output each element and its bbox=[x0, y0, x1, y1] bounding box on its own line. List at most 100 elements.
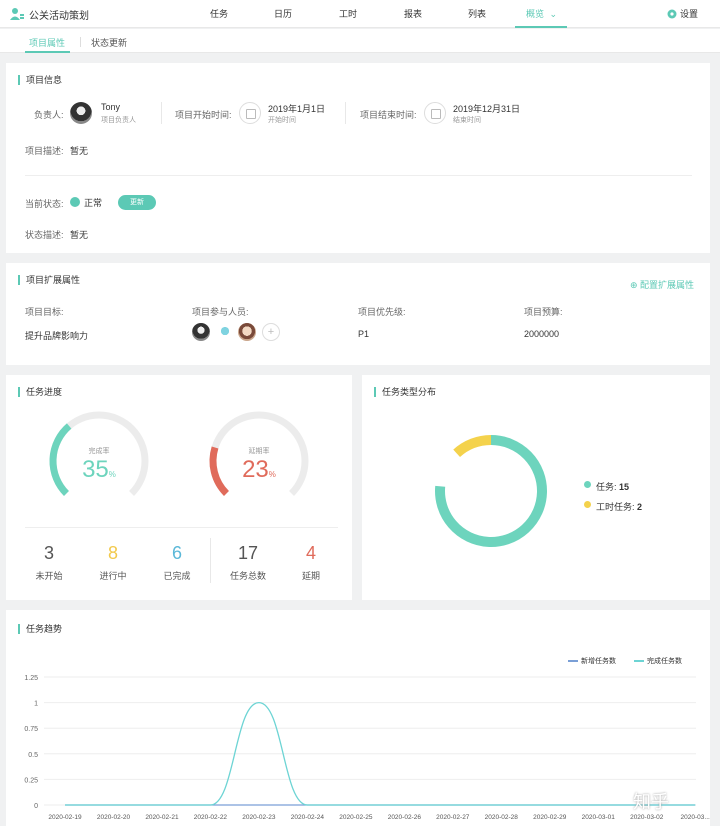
status-dot bbox=[70, 197, 80, 207]
y-tick-label: 1.25 bbox=[24, 675, 38, 682]
stat-total-count: 17 bbox=[237, 543, 259, 563]
settings-button[interactable]: 设置 bbox=[667, 7, 698, 20]
nav-list[interactable]: 列表 bbox=[468, 7, 486, 20]
tab-status-update[interactable]: 状态更新 bbox=[91, 36, 127, 49]
completion-rate: 35% bbox=[69, 456, 129, 484]
member-avatar[interactable] bbox=[192, 323, 210, 341]
stat-in-progress-count: 8 bbox=[107, 543, 118, 563]
update-status-button[interactable]: 更新 bbox=[118, 195, 156, 210]
nav-calendar[interactable]: 日历 bbox=[274, 7, 292, 20]
calendar-icon[interactable] bbox=[239, 102, 261, 124]
y-tick-label: 0 bbox=[34, 803, 38, 810]
top-bar: 公关活动策划 任务 日历 工时 报表 列表 概览 ⌄ 设置 bbox=[0, 0, 720, 28]
task-trend-panel: 任务趋势 新增任务数 完成任务数 0 0.25 0.5 0.75 1 1.25 2020-0… bbox=[6, 610, 710, 826]
divider bbox=[25, 175, 692, 176]
nav-reports[interactable]: 报表 bbox=[404, 7, 422, 20]
app-title: 公关活动策划 bbox=[29, 11, 89, 22]
donut-slice-worktime-tasks bbox=[453, 435, 492, 458]
owner-role: 项目负责人 bbox=[101, 117, 136, 124]
nav-tasks[interactable]: 任务 bbox=[210, 7, 228, 20]
x-tick-label: 2020-03... bbox=[681, 814, 710, 821]
percent-sign: % bbox=[108, 470, 116, 479]
divider bbox=[210, 538, 211, 583]
owner-avatar[interactable] bbox=[70, 102, 92, 124]
member-avatar[interactable] bbox=[216, 323, 234, 341]
nav-worktime[interactable]: 工时 bbox=[339, 7, 357, 20]
owner-label: 负责人: bbox=[34, 110, 64, 120]
configure-attributes-link[interactable]: ⊕ 配置扩展属性 bbox=[630, 278, 694, 291]
x-tick-label: 2020-02-19 bbox=[48, 814, 82, 821]
x-tick-label: 2020-02-28 bbox=[485, 814, 519, 821]
y-tick-label: 0.25 bbox=[24, 777, 38, 784]
x-tick-label: 2020-02-26 bbox=[388, 814, 422, 821]
completion-gauge-fill bbox=[49, 423, 72, 497]
tab-active-underline bbox=[25, 51, 70, 53]
task-progress-panel: 任务进度 完成率 35% 延期率 23% 3 未开始 8 进行中 6 已完成 1… bbox=[6, 375, 352, 600]
calendar-icon[interactable] bbox=[424, 102, 446, 124]
project-info-panel: 项目信息 负责人: Tony 项目负责人 项目开始时间: 2019年1月1日 开… bbox=[6, 63, 710, 253]
x-tick-label: 2020-02-29 bbox=[533, 814, 567, 821]
add-member-button[interactable]: + bbox=[262, 323, 280, 341]
delay-number: 23 bbox=[242, 456, 269, 483]
delay-gauge-fill bbox=[209, 446, 230, 497]
task-type-panel: 任务类型分布 任务: 15 工时任务: 2 bbox=[362, 375, 710, 600]
x-tick-label: 2020-03-02 bbox=[630, 814, 664, 821]
project-user-icon bbox=[10, 8, 24, 20]
legend-dot-worktime bbox=[584, 501, 591, 508]
stat-completed-label: 已完成 bbox=[163, 571, 191, 581]
stat-in-progress-label: 进行中 bbox=[99, 571, 127, 581]
delay-label: 延期率 bbox=[248, 448, 270, 455]
priority-value: P1 bbox=[358, 329, 370, 339]
member-avatar[interactable] bbox=[238, 323, 256, 341]
extended-attributes-panel: 项目扩展属性 ⊕ 配置扩展属性 项目目标: 提升品牌影响力 项目参与人员: + … bbox=[6, 263, 710, 365]
nav-overview[interactable]: 概览 ⌄ bbox=[526, 7, 557, 20]
divider bbox=[25, 527, 338, 528]
gear-icon bbox=[667, 9, 677, 19]
task-trend-chart: 0 0.25 0.5 0.75 1 1.25 2020-02-19 2020-02-20 202… bbox=[24, 675, 710, 821]
watermark: 知乎 bbox=[633, 792, 669, 812]
budget-label: 项目预算: bbox=[524, 307, 563, 317]
x-tick-label: 2020-02-22 bbox=[194, 814, 228, 821]
tab-project-properties[interactable]: 项目属性 bbox=[29, 36, 65, 49]
x-tick-label: 2020-02-23 bbox=[242, 814, 276, 821]
members-label: 项目参与人员: bbox=[192, 307, 249, 317]
goal-value: 提升品牌影响力 bbox=[25, 331, 89, 341]
stat-delayed-count: 4 bbox=[305, 543, 316, 563]
x-tick-label: 2020-02-21 bbox=[145, 814, 179, 821]
x-tick-label: 2020-02-25 bbox=[339, 814, 373, 821]
panel-title: 项目扩展属性 bbox=[18, 275, 80, 285]
legend-worktime-label: 工时任务: bbox=[596, 502, 635, 512]
tab-divider bbox=[80, 37, 81, 47]
x-tick-label: 2020-03-01 bbox=[582, 814, 616, 821]
legend-tasks: 任务: 15 bbox=[596, 480, 629, 493]
percent-sign: % bbox=[268, 470, 276, 479]
completion-label: 完成率 bbox=[88, 448, 110, 455]
nav-overview-label: 概览 bbox=[526, 9, 545, 19]
stat-total-label: 任务总数 bbox=[229, 571, 266, 581]
legend-worktime: 工时任务: 2 bbox=[596, 500, 642, 513]
priority-label: 项目优先级: bbox=[358, 307, 406, 317]
stat-completed-count: 6 bbox=[171, 543, 182, 563]
x-tick-label: 2020-02-27 bbox=[436, 814, 470, 821]
start-date-value[interactable]: 2019年1月1日 bbox=[268, 102, 325, 115]
progress-gauges bbox=[49, 411, 309, 497]
divider bbox=[161, 102, 162, 124]
chevron-down-icon: ⌄ bbox=[549, 9, 558, 19]
stat-delayed-label: 延期 bbox=[301, 571, 320, 581]
stat-not-started-count: 3 bbox=[43, 543, 54, 563]
start-date-note: 开始时间 bbox=[268, 117, 296, 124]
owner-name: Tony bbox=[101, 102, 121, 112]
end-date-label: 项目结束时间: bbox=[360, 110, 417, 120]
divider bbox=[345, 102, 346, 124]
end-date-value[interactable]: 2019年12月31日 bbox=[453, 102, 520, 115]
panel-title: 项目信息 bbox=[18, 75, 62, 85]
completion-number: 35 bbox=[82, 456, 109, 483]
legend-tasks-label: 任务: bbox=[596, 482, 617, 492]
donut-slice-tasks bbox=[435, 435, 547, 547]
sub-tabs: 项目属性 状态更新 bbox=[0, 29, 720, 53]
end-date-note: 结束时间 bbox=[453, 117, 481, 124]
y-tick-label: 0.75 bbox=[24, 726, 38, 733]
status-value: 正常 bbox=[84, 198, 103, 208]
stat-not-started-label: 未开始 bbox=[35, 571, 63, 581]
status-description-value: 暂无 bbox=[70, 230, 89, 240]
